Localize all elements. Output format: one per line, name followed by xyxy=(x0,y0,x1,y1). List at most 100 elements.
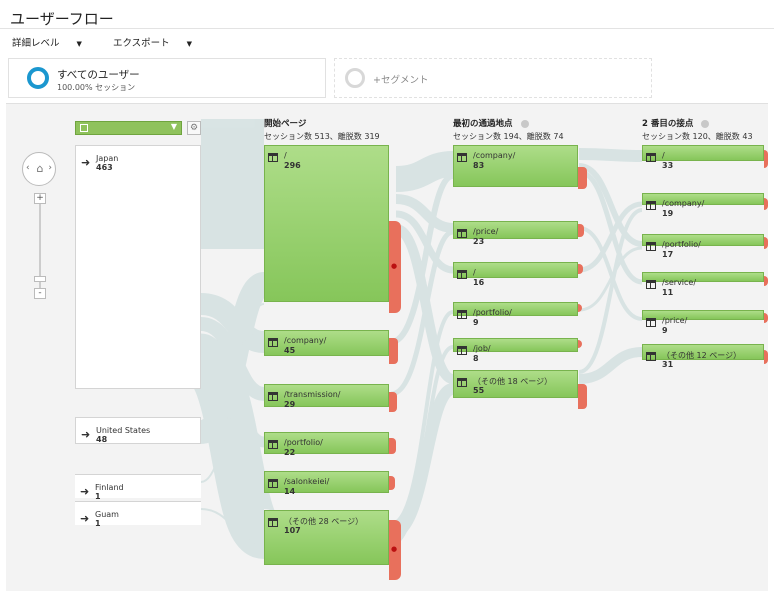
page-icon xyxy=(457,270,467,279)
page-count: 9 xyxy=(473,318,479,327)
page-node[interactable]: /service/ 11 xyxy=(642,272,764,297)
zoom-handle[interactable] xyxy=(34,276,46,282)
page-name: /portfolio/ xyxy=(662,240,701,249)
page-name: / xyxy=(473,268,476,277)
page-name: /salonkeiei/ xyxy=(284,477,330,486)
add-segment-button[interactable]: +セグメント xyxy=(334,58,652,98)
empty-ring-icon xyxy=(345,68,365,88)
zoom-in-button[interactable]: + xyxy=(34,193,46,204)
gear-icon[interactable]: ⚙ xyxy=(187,121,201,135)
page-icon xyxy=(268,440,278,449)
home-icon[interactable]: ⌂ xyxy=(34,163,46,175)
page-icon xyxy=(646,242,656,251)
page-name: /company/ xyxy=(473,151,516,160)
info-dot-icon[interactable] xyxy=(520,119,529,128)
page-name: /company/ xyxy=(662,199,705,208)
drop-off-indicator[interactable] xyxy=(578,167,587,189)
page-node[interactable]: /portfolio/ 22 xyxy=(264,432,389,457)
page-icon xyxy=(646,352,656,361)
page-node[interactable]: /company/ 83 xyxy=(453,145,578,187)
export-label: エクスポート xyxy=(112,38,170,49)
page-node[interactable]: /price/ 9 xyxy=(642,310,764,335)
pan-right-icon[interactable]: › xyxy=(48,163,52,173)
column-title: 開始ページ xyxy=(264,119,307,129)
drop-off-indicator[interactable]: ● xyxy=(389,520,401,580)
dimension-icon xyxy=(80,124,88,132)
country-node[interactable]: ➜ Finland 1 xyxy=(75,474,201,501)
chevron-down-icon: ▼ xyxy=(76,40,82,48)
flow-canvas[interactable]: ▼ ⚙ ‹ ⌂ › + - 開始ページ セッション数 513、離脱数 319 最… xyxy=(6,103,768,591)
drop-off-indicator[interactable] xyxy=(389,476,395,490)
segment-name: すべてのユーザー xyxy=(57,69,140,81)
drop-off-indicator[interactable] xyxy=(578,224,584,237)
page-count: 29 xyxy=(284,400,296,409)
pan-left-icon[interactable]: ‹ xyxy=(26,163,30,173)
page-name: / xyxy=(662,151,665,160)
page-node[interactable]: （その他 28 ページ） 107 xyxy=(264,510,389,565)
page-node[interactable]: /transmission/ 29 xyxy=(264,384,389,409)
drop-off-indicator[interactable] xyxy=(764,350,768,364)
page-count: 11 xyxy=(662,288,674,297)
page-node[interactable]: /company/ 45 xyxy=(264,330,389,356)
country-name: Japan xyxy=(96,154,119,163)
dimension-select[interactable]: ▼ xyxy=(75,121,182,135)
drop-off-indicator[interactable]: ● xyxy=(389,221,401,313)
drop-off-indicator[interactable] xyxy=(764,150,768,168)
detail-level-menu[interactable]: 詳細レベル ▼ xyxy=(12,38,96,49)
page-name: /price/ xyxy=(473,227,499,236)
country-node[interactable]: ➜ Japan 463 xyxy=(75,145,201,389)
drop-off-icon: ● xyxy=(391,262,398,270)
drop-off-indicator[interactable] xyxy=(389,338,398,364)
page-icon xyxy=(646,280,656,289)
page-node[interactable]: （その他 12 ページ） 31 xyxy=(642,344,764,369)
page-node[interactable]: / 16 xyxy=(453,262,578,287)
page-node[interactable]: /job/ 8 xyxy=(453,338,578,363)
export-menu[interactable]: エクスポート ▼ xyxy=(113,38,206,49)
zoom-out-button[interactable]: - xyxy=(34,288,46,299)
page-node[interactable]: /salonkeiei/ 14 xyxy=(264,471,389,496)
country-node[interactable]: ➜ Guam 1 xyxy=(75,501,201,528)
page-title: ユーザーフロー xyxy=(10,10,114,28)
page-icon xyxy=(646,318,656,327)
page-node[interactable]: /price/ 23 xyxy=(453,221,578,246)
drop-off-indicator[interactable] xyxy=(389,392,397,412)
column-header-start: 開始ページ セッション数 513、離脱数 319 xyxy=(264,117,380,142)
page-node[interactable]: /company/ 19 xyxy=(642,193,764,218)
country-count: 1 xyxy=(95,492,101,501)
page-icon xyxy=(646,201,656,210)
page-node[interactable]: /portfolio/ 9 xyxy=(453,302,578,327)
segment-bar: すべてのユーザー 100.00% セッション +セグメント xyxy=(0,52,774,100)
page-node[interactable]: / 296 xyxy=(264,145,389,302)
country-count: 463 xyxy=(96,163,113,172)
country-count: 48 xyxy=(96,435,108,444)
page-icon xyxy=(457,310,467,319)
page-count: 16 xyxy=(473,278,485,287)
arrow-right-icon: ➜ xyxy=(81,156,91,169)
column-title: 最初の通過地点 xyxy=(453,119,513,129)
detail-level-label: 詳細レベル xyxy=(12,38,60,49)
page-count: 8 xyxy=(473,354,479,363)
pan-control[interactable]: ‹ ⌂ › xyxy=(22,152,56,186)
page-icon xyxy=(457,378,467,387)
segment-all-users[interactable]: すべてのユーザー 100.00% セッション xyxy=(8,58,326,98)
drop-off-icon: ● xyxy=(391,545,398,553)
page-node[interactable]: （その他 18 ページ） 55 xyxy=(453,370,578,398)
drop-off-indicator[interactable] xyxy=(389,438,396,454)
page-count: 9 xyxy=(662,326,668,335)
page-name: / xyxy=(284,151,287,160)
arrow-right-icon: ➜ xyxy=(80,485,90,498)
chevron-down-icon: ▼ xyxy=(186,40,193,48)
page-count: 17 xyxy=(662,250,674,259)
arrow-right-icon: ➜ xyxy=(80,512,90,525)
page-icon xyxy=(457,229,467,238)
country-node[interactable]: ➜ United States 48 xyxy=(75,417,201,444)
page-name: /price/ xyxy=(662,316,688,325)
drop-off-indicator[interactable] xyxy=(578,384,587,409)
page-node[interactable]: / 33 xyxy=(642,145,764,170)
column-header-first: 最初の通過地点 セッション数 194、離脱数 74 xyxy=(453,117,564,142)
page-node[interactable]: /portfolio/ 17 xyxy=(642,234,764,259)
page-name: /service/ xyxy=(662,278,697,287)
page-name: /transmission/ xyxy=(284,390,341,399)
page-count: 83 xyxy=(473,161,485,170)
info-dot-icon[interactable] xyxy=(701,119,710,128)
